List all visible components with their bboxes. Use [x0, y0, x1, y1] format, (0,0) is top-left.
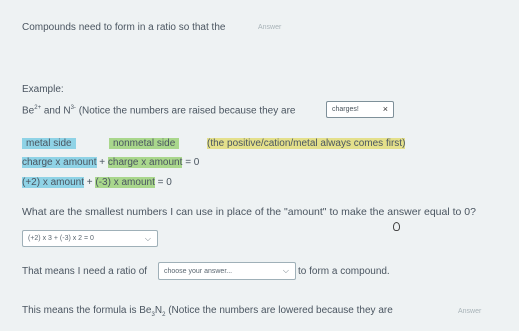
ion1-symbol: Be	[22, 105, 35, 117]
general-nonmetal-term: charge x amount	[107, 157, 183, 168]
final-before: This means the formula is Be	[22, 305, 152, 316]
final-formula-line: This means the formula is Be3N2 (Notice …	[22, 305, 393, 318]
nonmetal-side-label: nonmetal side	[109, 138, 180, 149]
metal-side-label: metal side	[22, 138, 76, 149]
charges-answer-chip[interactable]: charges! ×	[326, 101, 394, 118]
question-text: What are the smallest numbers I can use …	[22, 206, 476, 218]
example-label: Example:	[22, 84, 64, 95]
chevron-down-icon: ⌵	[144, 234, 151, 243]
ratio-dropdown[interactable]: choose your answer... ⌵	[158, 262, 296, 280]
general-equals: = 0	[185, 157, 200, 168]
specific-formula: (+2) x amount + (-3) x amount = 0	[22, 177, 172, 188]
order-note: (the positive/cation/metal always comes …	[207, 138, 406, 149]
final-mid: N	[154, 305, 163, 316]
order-note-text: (the positive/cation/metal always comes …	[207, 138, 406, 149]
ion-line: Be2+ and N3- (Notice the numbers are rai…	[22, 105, 295, 116]
general-plus: +	[99, 157, 106, 168]
notice-text: (Notice the numbers are raised because t…	[78, 105, 296, 117]
page: { "prompt": { "text": "Compounds need to…	[0, 0, 519, 331]
general-metal-term: charge x amount	[22, 157, 97, 168]
equation-dropdown[interactable]: (+2) x 3 + (-3) x 2 = 0 ⌵	[22, 230, 158, 247]
ion1-charge: 2+	[34, 105, 42, 111]
final-after: (Notice the numbers are lowered because …	[168, 305, 393, 316]
ratio-dropdown-placeholder: choose your answer...	[164, 267, 233, 275]
ratio-after-text: to form a compound.	[298, 266, 390, 277]
ratio-before-text: That means I need a ratio of	[22, 266, 148, 277]
prompt-text: Compounds need to form in a ratio so tha…	[22, 22, 226, 33]
general-formula: charge x amount + charge x amount = 0	[22, 157, 199, 168]
specific-equals: = 0	[157, 177, 172, 188]
final-answer-input[interactable]: Answer	[458, 308, 481, 315]
chevron-down-icon: ⌵	[282, 266, 289, 275]
and-word: and	[43, 105, 61, 117]
close-icon[interactable]: ×	[383, 104, 388, 114]
equation-dropdown-value: (+2) x 3 + (-3) x 2 = 0	[28, 235, 94, 242]
ion2-charge: 3-	[70, 105, 76, 111]
specific-plus: +	[86, 177, 93, 188]
final-sub2: 2	[162, 312, 166, 318]
specific-metal-term: (+2) x amount	[22, 177, 84, 188]
chip-value: charges!	[332, 106, 359, 113]
mouse-cursor-icon	[393, 222, 400, 231]
ion2-symbol: N	[63, 105, 71, 117]
specific-nonmetal-term: (-3) x amount	[95, 177, 155, 188]
prompt-answer-input[interactable]: Answer	[258, 24, 281, 31]
